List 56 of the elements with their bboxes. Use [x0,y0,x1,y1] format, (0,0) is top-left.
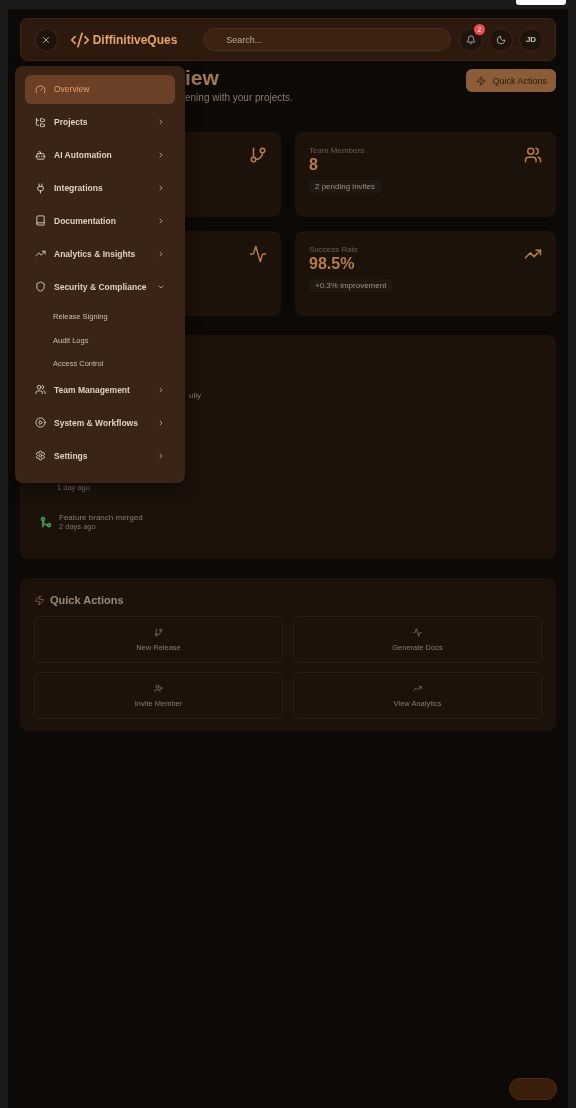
branch-icon [154,627,163,637]
lightning-icon [34,594,45,606]
chevron-right-icon [157,184,165,193]
menu-item[interactable]: Documentation [25,206,175,236]
chevron-right-icon [157,249,165,258]
settings-icon [35,450,46,462]
menu-item[interactable]: Security & Compliance [25,272,175,302]
close-icon [41,34,52,45]
menu-item[interactable]: AI Automation [25,140,175,170]
menu-item[interactable]: Overview [25,75,175,104]
robot-icon [35,149,46,161]
folder-tree-icon [35,116,46,128]
chevron-right-icon [157,451,165,460]
page-title: iew [185,65,220,91]
shield-icon [35,281,46,293]
close-button[interactable] [35,27,58,52]
lightning-icon [476,75,487,86]
plug-icon [35,182,46,194]
activity-title: Feature branch merged [59,513,143,522]
gauge-icon [35,83,46,95]
chevron-right-icon [157,385,165,394]
brand-name: DiffinitiveQues [92,32,178,47]
stat-note: 2 pending invites [309,180,382,193]
bell-icon [466,34,476,45]
section-title: Quick Actions [50,594,124,606]
search-field[interactable]: Search... [203,28,451,51]
moon-icon [496,34,506,45]
stat-label: Success Rate [309,245,360,254]
stat-value: 8 [309,156,319,174]
menu-item[interactable]: Team Management [25,375,175,405]
menu-item[interactable]: Settings [25,441,175,470]
book-icon [35,215,46,227]
trend-up-icon [413,683,422,693]
menu-item[interactable]: Analytics & Insights [25,239,175,269]
users-icon [35,384,46,396]
avatar-button[interactable]: JD [519,27,543,52]
play-circle-icon [35,417,46,429]
stat-label: Team Members [309,146,366,155]
pulse-icon [413,627,422,637]
stat-value: 98.5% [309,255,356,273]
preview-button[interactable] [516,0,566,5]
pulse-icon [249,245,267,263]
chevron-right-icon [157,216,165,225]
users-icon [524,146,542,164]
chevron-right-icon [157,151,165,160]
menu-item[interactable]: System & Workflows [25,408,175,438]
activity-title: ully [189,390,201,400]
user-plus-icon [154,683,163,693]
stat-note: +0.3% improvement [309,279,393,292]
page-subtitle: ening with your projects. [185,92,293,103]
dark-mode-button[interactable] [489,27,513,52]
branch-icon [249,146,267,164]
chevron-right-icon [157,418,165,427]
chevron-right-icon [157,118,165,127]
menu-item[interactable]: Integrations [25,173,175,203]
menu-item[interactable]: Projects [25,107,175,137]
